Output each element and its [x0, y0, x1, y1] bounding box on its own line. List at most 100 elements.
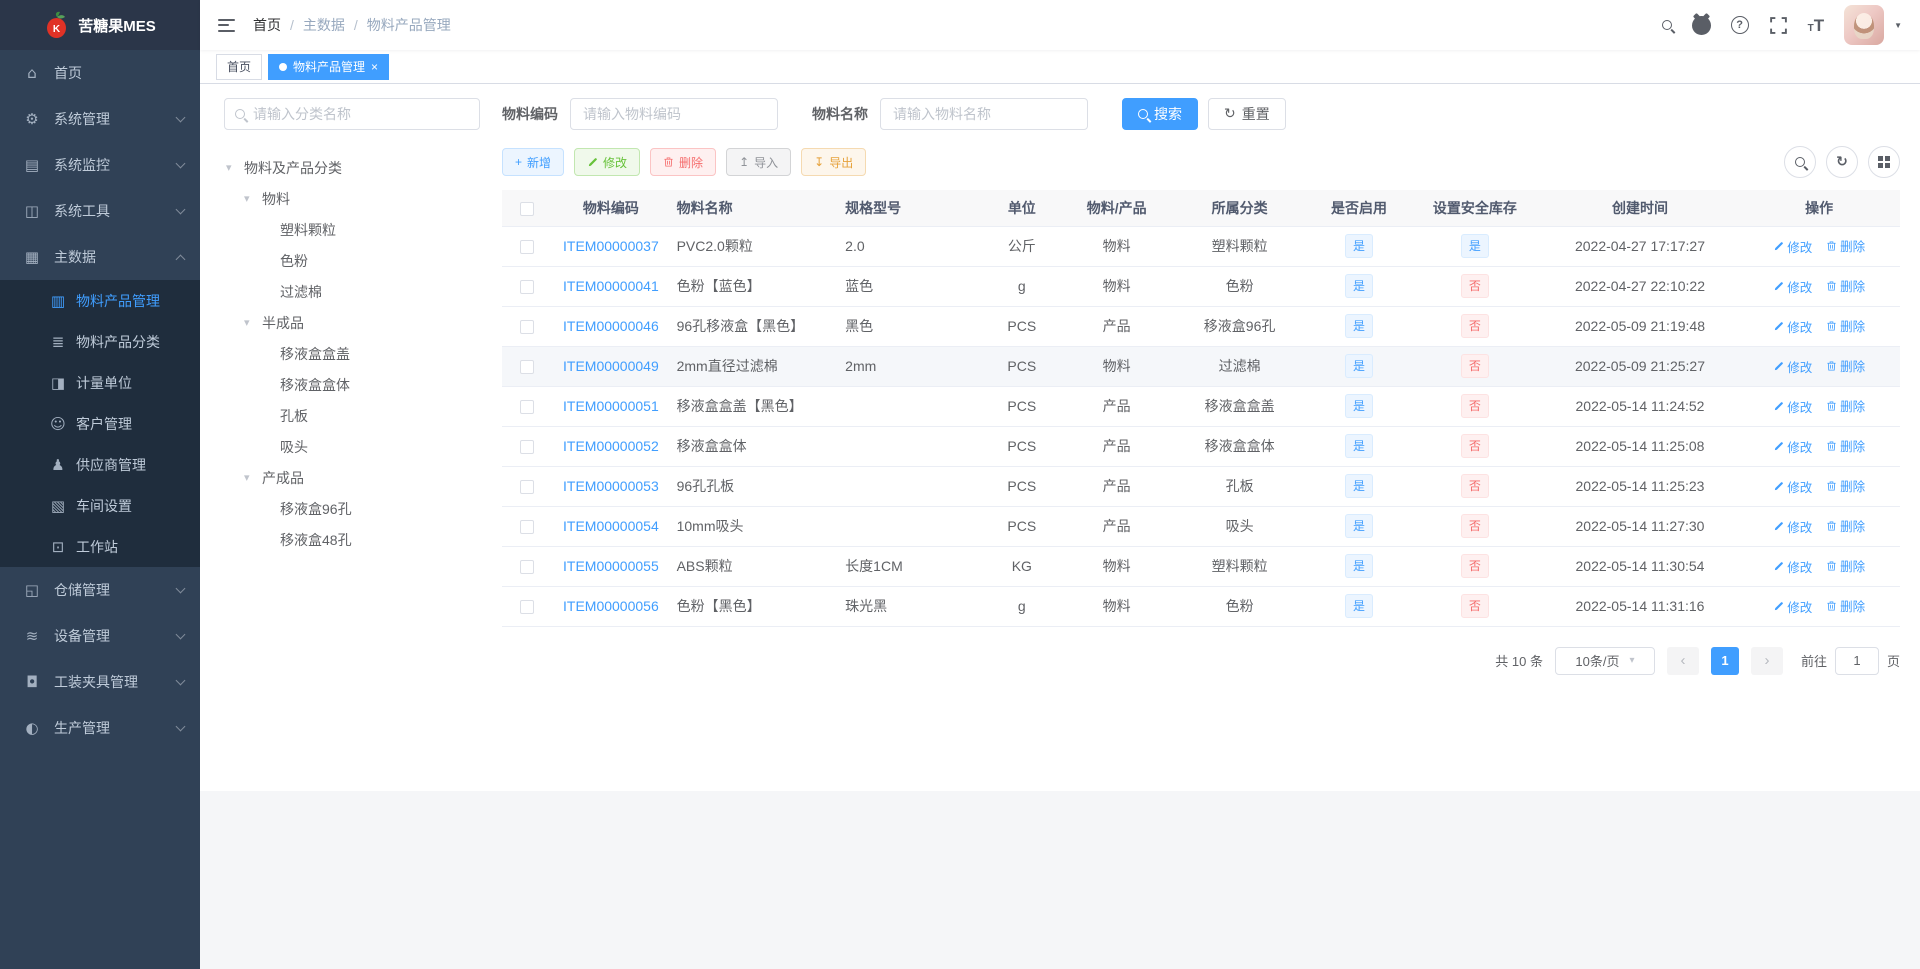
row-edit-link[interactable]: 修改: [1773, 237, 1812, 256]
app-logo[interactable]: K 苦糖果MES: [0, 0, 200, 50]
row-delete-link[interactable]: 删除: [1826, 236, 1865, 255]
row-edit-link[interactable]: 修改: [1773, 397, 1812, 416]
row-checkbox[interactable]: [519, 560, 534, 575]
material-name-input[interactable]: [880, 98, 1088, 130]
tree-node[interactable]: 色粉: [224, 245, 480, 276]
sidebar-menu-item[interactable]: ▧ 车间设置: [0, 485, 200, 526]
row-checkbox[interactable]: [519, 320, 534, 335]
material-code-link[interactable]: ITEM00000051: [563, 398, 659, 414]
material-code-link[interactable]: ITEM00000049: [563, 358, 659, 374]
fullscreen-icon[interactable]: [1769, 16, 1788, 35]
row-edit-link[interactable]: 修改: [1773, 277, 1812, 296]
sidebar-menu-item[interactable]: ▦ 主数据: [0, 234, 200, 280]
tree-node[interactable]: 塑料颗粒: [224, 214, 480, 245]
refresh-table-button[interactable]: ↻: [1826, 146, 1858, 178]
material-code-link[interactable]: ITEM00000037: [563, 238, 659, 254]
row-checkbox[interactable]: [519, 480, 534, 495]
help-icon[interactable]: ?: [1730, 16, 1749, 34]
material-code-link[interactable]: ITEM00000055: [563, 558, 659, 574]
sidebar-menu-item[interactable]: ◫ 系统工具: [0, 188, 200, 234]
tree-expand-arrow-icon[interactable]: ▾: [244, 316, 256, 329]
sidebar-menu-item[interactable]: ▤ 系统监控: [0, 142, 200, 188]
row-delete-link[interactable]: 删除: [1826, 316, 1865, 335]
material-code-link[interactable]: ITEM00000046: [563, 318, 659, 334]
material-code-input[interactable]: [570, 98, 778, 130]
row-checkbox[interactable]: [519, 360, 534, 375]
tree-node[interactable]: ▾ 物料: [224, 183, 480, 214]
row-delete-link[interactable]: 删除: [1826, 596, 1865, 615]
row-edit-link[interactable]: 修改: [1773, 437, 1812, 456]
tab[interactable]: 物料产品管理 ×: [268, 53, 390, 80]
sidebar-menu-item[interactable]: ♟ 供应商管理: [0, 444, 200, 485]
row-delete-link[interactable]: 删除: [1826, 356, 1865, 375]
sidebar-menu-item[interactable]: ◐ 生产管理: [0, 705, 200, 751]
row-delete-link[interactable]: 删除: [1826, 516, 1865, 535]
select-all-checkbox[interactable]: [519, 201, 534, 216]
column-settings-button[interactable]: [1868, 146, 1900, 178]
tree-node[interactable]: 移液盒盒盖: [224, 338, 480, 369]
row-checkbox[interactable]: [519, 280, 534, 295]
material-code-link[interactable]: ITEM00000041: [563, 278, 659, 294]
row-checkbox[interactable]: [519, 600, 534, 615]
sidebar-menu-item[interactable]: ▥ 物料产品管理: [0, 280, 200, 321]
row-checkbox[interactable]: [519, 240, 534, 255]
row-edit-link[interactable]: 修改: [1773, 517, 1812, 536]
row-edit-link[interactable]: 修改: [1773, 557, 1812, 576]
sidebar-menu-item[interactable]: ◱ 仓储管理: [0, 567, 200, 613]
export-button[interactable]: ↧ 导出: [801, 148, 867, 176]
row-checkbox[interactable]: [519, 520, 534, 535]
avatar[interactable]: [1844, 5, 1885, 45]
row-edit-link[interactable]: 修改: [1773, 357, 1812, 376]
github-icon[interactable]: [1691, 15, 1711, 35]
breadcrumb-master-data[interactable]: 主数据: [303, 15, 345, 35]
font-size-icon[interactable]: TT: [1808, 17, 1825, 34]
material-code-link[interactable]: ITEM00000054: [563, 518, 659, 534]
toggle-search-button[interactable]: [1784, 146, 1816, 178]
tree-search-input[interactable]: [253, 106, 469, 122]
tree-node[interactable]: 移液盒盒体: [224, 369, 480, 400]
material-code-link[interactable]: ITEM00000056: [563, 598, 659, 614]
row-delete-link[interactable]: 删除: [1826, 476, 1865, 495]
row-delete-link[interactable]: 删除: [1826, 396, 1865, 415]
search-icon[interactable]: [1661, 20, 1672, 30]
sidebar-menu-item[interactable]: ⚙ 系统管理: [0, 96, 200, 142]
edit-button[interactable]: 修改: [574, 148, 641, 176]
avatar-caret-icon[interactable]: ▼: [1894, 21, 1902, 30]
row-edit-link[interactable]: 修改: [1773, 477, 1812, 496]
tree-node[interactable]: 移液盒96孔: [224, 493, 480, 524]
material-code-link[interactable]: ITEM00000052: [563, 438, 659, 454]
tree-node[interactable]: ▾ 产成品: [224, 462, 480, 493]
tree-node[interactable]: ▾ 物料及产品分类: [224, 152, 480, 183]
sidebar-menu-item[interactable]: ☺ 客户管理: [0, 403, 200, 444]
goto-page-input[interactable]: [1834, 646, 1879, 675]
prev-page-button[interactable]: ‹: [1666, 646, 1699, 675]
search-button[interactable]: 搜索: [1122, 98, 1198, 130]
sidebar-menu-item[interactable]: ⌂ 首页: [0, 50, 200, 96]
import-button[interactable]: ↥ 导入: [726, 148, 792, 176]
tree-expand-arrow-icon[interactable]: ▾: [226, 161, 238, 174]
row-edit-link[interactable]: 修改: [1773, 317, 1812, 336]
row-delete-link[interactable]: 删除: [1826, 556, 1865, 575]
material-code-link[interactable]: ITEM00000053: [563, 478, 659, 494]
tab-close-icon[interactable]: ×: [371, 60, 378, 74]
row-delete-link[interactable]: 删除: [1826, 276, 1865, 295]
tree-node[interactable]: 过滤棉: [224, 276, 480, 307]
page-number-button[interactable]: 1: [1710, 646, 1739, 675]
sidebar-fold-icon[interactable]: [218, 18, 235, 32]
tree-node[interactable]: 移液盒48孔: [224, 524, 480, 555]
tree-node[interactable]: ▾ 半成品: [224, 307, 480, 338]
next-page-button[interactable]: ›: [1750, 646, 1783, 675]
row-checkbox[interactable]: [519, 440, 534, 455]
tree-expand-arrow-icon[interactable]: ▾: [244, 192, 256, 205]
sidebar-menu-item[interactable]: ≣ 物料产品分类: [0, 321, 200, 362]
sidebar-menu-item[interactable]: ≋ 设备管理: [0, 613, 200, 659]
sidebar-menu-item[interactable]: ◘ 工装夹具管理: [0, 659, 200, 705]
reset-button[interactable]: ↻ 重置: [1208, 98, 1286, 130]
tree-expand-arrow-icon[interactable]: ▾: [244, 471, 256, 484]
breadcrumb-home[interactable]: 首页: [253, 15, 281, 35]
delete-button[interactable]: 删除: [650, 148, 717, 176]
tab[interactable]: 首页: [216, 53, 263, 80]
row-checkbox[interactable]: [519, 400, 534, 415]
sidebar-menu-item[interactable]: ◨ 计量单位: [0, 362, 200, 403]
add-button[interactable]: + 新增: [502, 148, 565, 176]
